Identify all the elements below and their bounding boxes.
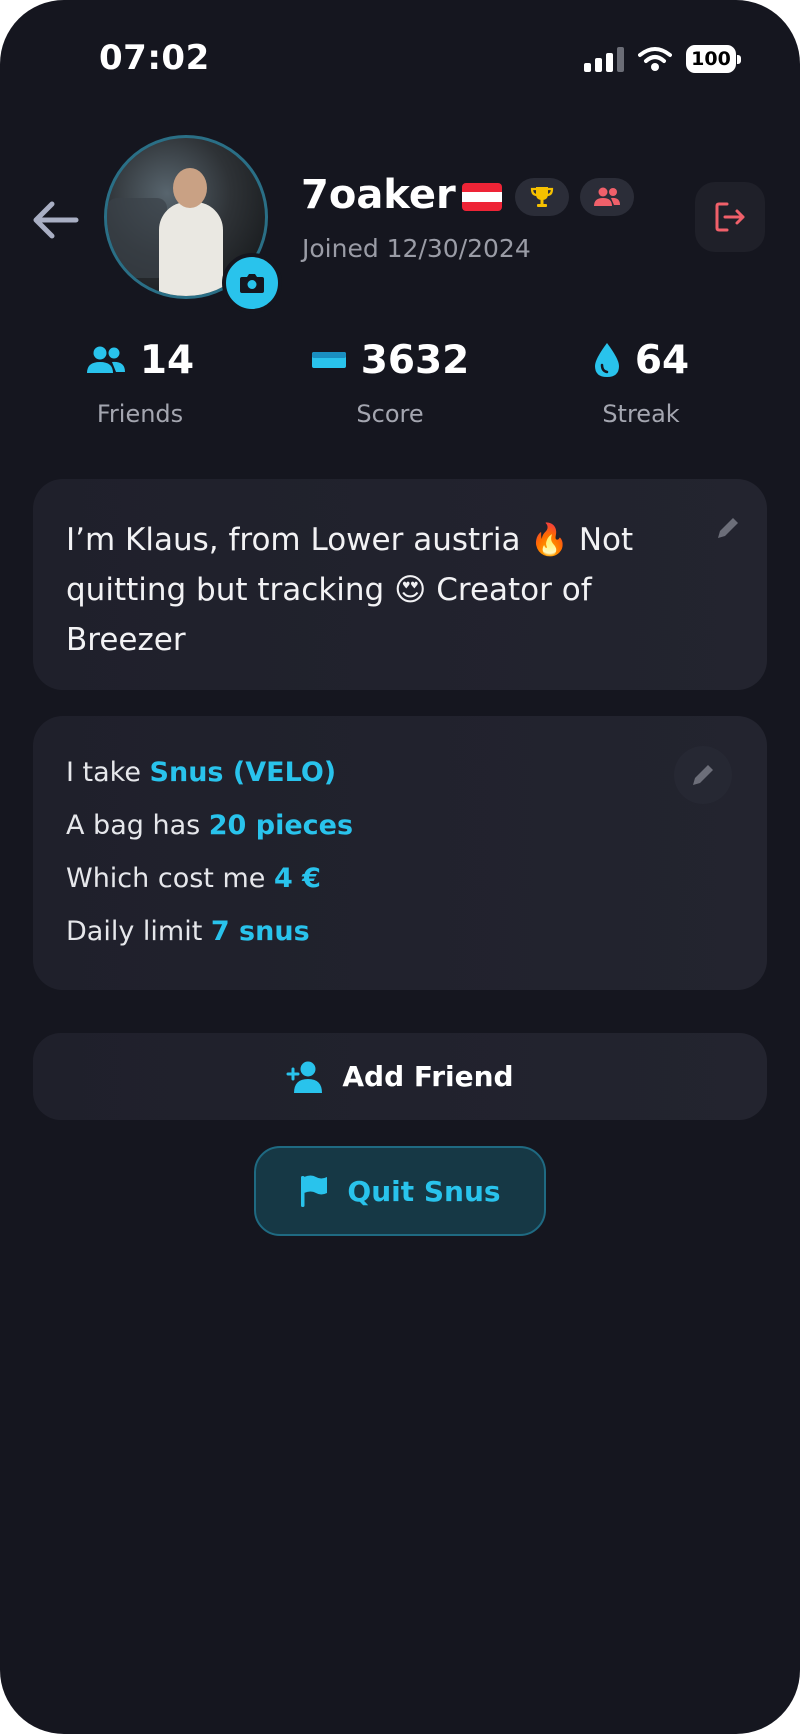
score-value: 3632 <box>360 337 470 383</box>
arrow-left-icon <box>33 201 79 239</box>
bio-card: I’m Klaus, from Lower austria 🔥 Not quit… <box>33 479 767 690</box>
group-badge[interactable] <box>580 178 634 216</box>
add-user-icon <box>286 1061 323 1093</box>
stat-streak[interactable]: 64 Streak <box>531 334 751 428</box>
friends-count: 14 <box>139 337 195 383</box>
heart-eyes-emoji: 😍 <box>394 572 427 608</box>
change-photo-button[interactable] <box>222 253 282 313</box>
camera-icon <box>240 274 264 293</box>
edit-bio-button[interactable] <box>699 499 757 557</box>
usage-label: Which cost me <box>66 863 274 894</box>
usage-value: 7 snus <box>210 916 310 947</box>
usage-value: 4 € <box>273 863 321 894</box>
status-time: 07:02 <box>99 38 210 78</box>
joined-date: Joined 12/30/2024 <box>302 234 531 263</box>
usage-value: Snus (VELO) <box>149 757 337 788</box>
fire-emoji: 🔥 <box>530 522 569 558</box>
stat-friends[interactable]: 14 Friends <box>30 334 250 428</box>
usage-bag-size: A bag has 20 pieces <box>66 799 767 852</box>
usage-label: I take <box>66 757 150 788</box>
trophy-icon <box>530 187 554 207</box>
usage-cost: Which cost me 4 € <box>66 852 767 905</box>
streak-label: Streak <box>602 400 680 428</box>
logout-button[interactable] <box>695 182 765 252</box>
add-friend-button[interactable]: Add Friend <box>33 1033 767 1120</box>
quit-snus-button[interactable]: Quit Snus <box>254 1146 546 1236</box>
streak-value: 64 <box>634 337 690 383</box>
add-friend-label: Add Friend <box>342 1060 514 1093</box>
flag-icon <box>301 1175 328 1207</box>
signal-icon <box>584 46 624 72</box>
profile-screen: 07:02 100 7oaker Joined 12/30/2024 14 Fr… <box>0 0 800 1734</box>
stat-score[interactable]: 3632 Score <box>280 334 500 428</box>
usage-label: A bag has <box>66 810 209 841</box>
users-icon <box>86 346 125 373</box>
quit-snus-label: Quit Snus <box>347 1174 501 1208</box>
usage-product: I take Snus (VELO) <box>66 746 767 799</box>
bio-text-part: I’m Klaus, from Lower austria <box>66 522 531 558</box>
pencil-icon <box>718 518 738 538</box>
avatar-container <box>104 135 282 313</box>
usage-card: I take Snus (VELO) A bag has 20 pieces W… <box>33 716 767 990</box>
pencil-icon <box>693 765 713 785</box>
logout-icon <box>715 202 745 232</box>
edit-usage-button[interactable] <box>674 746 732 804</box>
username: 7oaker <box>301 172 456 218</box>
usage-label: Daily limit <box>66 916 211 947</box>
austria-flag-icon <box>462 183 502 211</box>
bio-text: I’m Klaus, from Lower austria 🔥 Not quit… <box>66 515 657 665</box>
usage-limit: Daily limit 7 snus <box>66 905 767 958</box>
battery-indicator: 100 <box>686 45 741 73</box>
back-button[interactable] <box>28 192 84 248</box>
trophy-badge[interactable] <box>515 178 569 216</box>
score-bar-icon <box>311 352 346 368</box>
status-icons: 100 <box>584 42 741 76</box>
drop-icon <box>594 343 619 377</box>
group-icon <box>594 187 620 206</box>
score-label: Score <box>356 400 424 428</box>
wifi-icon <box>638 47 672 71</box>
usage-value: 20 pieces <box>208 810 354 841</box>
friends-label: Friends <box>96 400 184 428</box>
